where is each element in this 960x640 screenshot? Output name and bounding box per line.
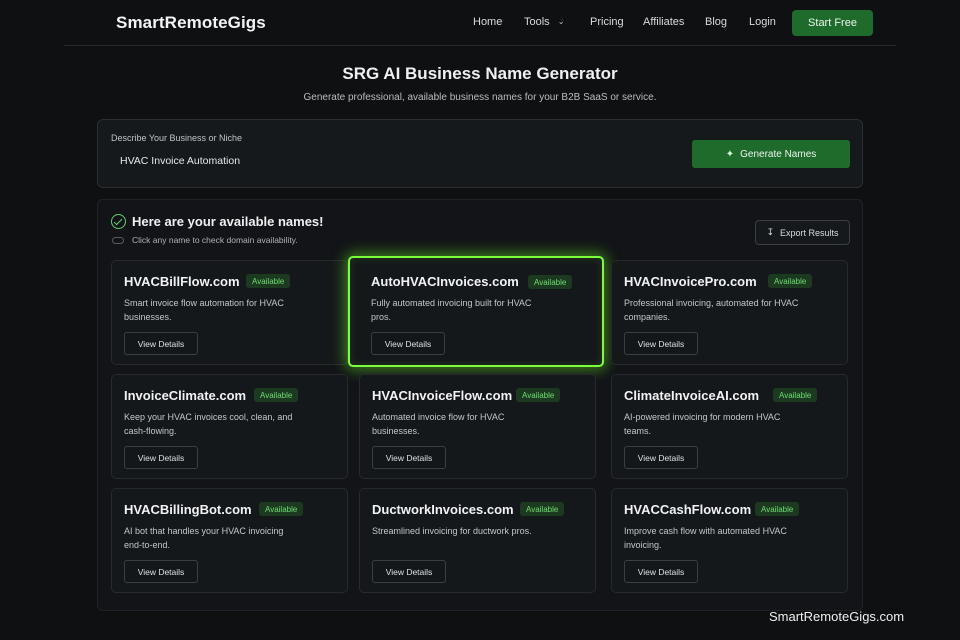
status-badge: Available xyxy=(755,502,800,516)
card-description: Streamlined invoicing for ductwork pros. xyxy=(372,526,532,536)
card-description: Smart invoice flow automation for HVAC b… xyxy=(124,298,284,322)
sparkle-icon: ✦ xyxy=(725,148,735,160)
watermark: SmartRemoteGigs.com xyxy=(769,609,905,624)
card-domain-name: DuctworkInvoices.com xyxy=(372,502,514,517)
card-domain-name: HVACCashFlow.com xyxy=(624,502,752,517)
card-domain-name: HVACBillFlow.com xyxy=(124,274,240,289)
view-details-button[interactable]: View Details xyxy=(624,446,698,469)
status-badge: Available xyxy=(516,388,561,402)
chevron-down-icon: ⌄ xyxy=(557,17,565,26)
view-details-button[interactable]: View Details xyxy=(372,560,446,583)
card-description: Fully automated invoicing built for HVAC… xyxy=(371,298,532,322)
nav-link-affiliates[interactable]: Affiliates xyxy=(643,16,684,28)
card-description: Professional invoicing, automated for HV… xyxy=(624,298,799,322)
status-badge: Available xyxy=(254,388,299,402)
status-badge: Available xyxy=(259,502,304,516)
generate-names-label: Generate Names xyxy=(740,148,817,160)
status-badge: Available xyxy=(528,275,573,289)
check-circle-icon xyxy=(111,214,126,229)
toggle-icon[interactable] xyxy=(112,237,124,244)
nav-link-tools-label: Tools xyxy=(524,16,550,28)
card-description: AI-powered invoicing for modern HVAC tea… xyxy=(624,412,781,436)
card-domain-name: AutoHVACInvoices.com xyxy=(371,274,519,289)
status-badge: Available xyxy=(246,274,291,288)
results-hint: Click any name to check domain availabil… xyxy=(132,235,298,245)
site-logo[interactable]: SmartRemoteGigs xyxy=(116,13,266,33)
nav-link-blog[interactable]: Blog xyxy=(705,16,727,28)
name-card[interactable]: HVACInvoicePro.com Available Professiona… xyxy=(611,260,848,365)
name-card[interactable]: HVACCashFlow.com Available Improve cash … xyxy=(611,488,848,593)
export-results-label: Export Results xyxy=(780,227,839,238)
card-domain-name: HVACInvoiceFlow.com xyxy=(372,388,513,403)
view-details-button[interactable]: View Details xyxy=(124,446,198,469)
name-card[interactable]: HVACBillFlow.com Available Smart invoice… xyxy=(111,260,348,365)
name-card-selected[interactable]: AutoHVACInvoices.com Available Fully aut… xyxy=(348,256,604,367)
card-description: AI bot that handles your HVAC invoicing … xyxy=(124,526,284,550)
download-icon: ↧ xyxy=(766,227,774,237)
card-domain-name: ClimateInvoiceAI.com xyxy=(624,388,760,403)
card-domain-name: HVACBillingBot.com xyxy=(124,502,252,517)
name-card[interactable]: HVACBillingBot.com Available AI bot that… xyxy=(111,488,348,593)
page-title: SRG AI Business Name Generator xyxy=(342,64,618,83)
business-input-label: Describe Your Business or Niche xyxy=(111,133,243,143)
card-domain-name: HVACInvoicePro.com xyxy=(624,274,757,289)
start-free-button[interactable]: Start Free xyxy=(792,10,873,36)
view-details-button[interactable]: View Details xyxy=(624,560,698,583)
business-input-field[interactable] xyxy=(120,155,620,167)
card-domain-name: InvoiceClimate.com xyxy=(124,388,247,403)
view-details-button[interactable]: View Details xyxy=(372,446,446,469)
nav-link-home[interactable]: Home xyxy=(473,16,502,28)
name-card[interactable]: ClimateInvoiceAI.com Available AI-powere… xyxy=(611,374,848,479)
view-details-button[interactable]: View Details xyxy=(624,332,698,355)
name-card[interactable]: HVACInvoiceFlow.com Available Automated … xyxy=(359,374,596,479)
view-details-button[interactable]: View Details xyxy=(124,332,198,355)
export-results-button[interactable]: ↧ Export Results xyxy=(755,220,850,245)
page-subtitle: Generate professional, available busines… xyxy=(303,92,657,103)
status-badge: Available xyxy=(773,388,818,402)
nav-link-login[interactable]: Login xyxy=(749,16,776,28)
view-details-button[interactable]: View Details xyxy=(371,332,445,355)
top-nav: SmartRemoteGigs Home Tools ⌄ Pricing Affi… xyxy=(64,0,896,46)
nav-link-pricing[interactable]: Pricing xyxy=(590,16,624,28)
business-input-panel: Describe Your Business or Niche ✦ Genera… xyxy=(97,119,863,188)
results-title: Here are your available names! xyxy=(132,214,324,229)
card-description: Keep your HVAC invoices cool, clean, and… xyxy=(124,412,293,436)
generate-names-button[interactable]: ✦ Generate Names xyxy=(692,140,850,168)
card-description: Improve cash flow with automated HVAC in… xyxy=(624,526,787,550)
status-badge: Available xyxy=(520,502,565,516)
view-details-button[interactable]: View Details xyxy=(124,560,198,583)
nav-link-tools[interactable]: Tools ⌄ xyxy=(524,16,564,28)
status-badge: Available xyxy=(768,274,813,288)
name-card[interactable]: InvoiceClimate.com Available Keep your H… xyxy=(111,374,348,479)
card-description: Automated invoice flow for HVAC business… xyxy=(372,412,505,436)
name-card[interactable]: DuctworkInvoices.com Available Streamlin… xyxy=(359,488,596,593)
